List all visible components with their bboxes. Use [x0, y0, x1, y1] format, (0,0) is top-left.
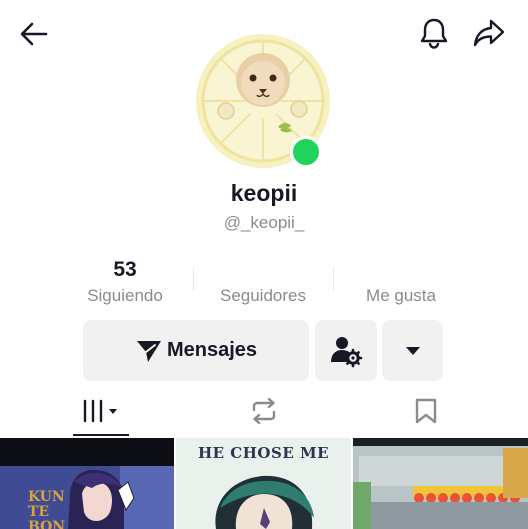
video-thumbnail[interactable]: [353, 438, 528, 529]
user-settings-button[interactable]: [315, 320, 377, 381]
following-label: Siguiendo: [87, 286, 163, 305]
video-grid: KUN TE BON HE CHOSE ME: [0, 438, 528, 529]
message-button-label: Mensajes: [166, 339, 258, 361]
back-button[interactable]: [14, 14, 54, 54]
stat-following[interactable]: 53 Siguiendo: [50, 258, 200, 306]
tab-saved[interactable]: [398, 386, 454, 436]
stat-followers[interactable]: Seguidores: [188, 258, 338, 306]
thumbnail-caption: KUN TE BON: [28, 489, 66, 529]
bookmark-icon: [415, 398, 437, 424]
followers-count: [188, 258, 338, 284]
repost-icon: [252, 397, 276, 425]
bell-icon: [420, 18, 448, 49]
message-button[interactable]: Mensajes: [83, 320, 309, 381]
caret-down-icon: [405, 346, 420, 355]
video-thumbnail[interactable]: KUN TE BON: [0, 438, 174, 529]
display-name: keopii: [230, 180, 298, 206]
followers-label: Seguidores: [219, 286, 306, 305]
online-status-indicator: [290, 136, 322, 168]
likes-count: [326, 258, 476, 284]
active-tab-indicator: [73, 434, 129, 436]
share-button[interactable]: [468, 13, 510, 53]
profile-actions: Mensajes: [0, 320, 528, 382]
tab-reposts[interactable]: [236, 386, 292, 436]
username: @_keopii_: [223, 213, 305, 232]
stat-likes[interactable]: Me gusta: [326, 258, 476, 306]
profile-stats: 53 Siguiendo Seguidores Me gusta: [0, 258, 528, 310]
arrow-left-icon: [20, 22, 48, 46]
likes-label: Me gusta: [366, 286, 436, 305]
video-thumbnail[interactable]: HE CHOSE ME: [176, 438, 351, 529]
tab-videos[interactable]: [73, 386, 129, 436]
more-options-button[interactable]: [382, 320, 443, 381]
send-icon: [136, 340, 161, 362]
notifications-button[interactable]: [414, 13, 454, 53]
user-gear-icon: [331, 336, 363, 367]
content-tabs: [0, 386, 528, 438]
thumbnail-caption: HE CHOSE ME: [197, 444, 330, 462]
grid-bars-icon: [83, 399, 117, 423]
share-arrow-icon: [473, 19, 505, 47]
following-count: 53: [113, 258, 137, 281]
